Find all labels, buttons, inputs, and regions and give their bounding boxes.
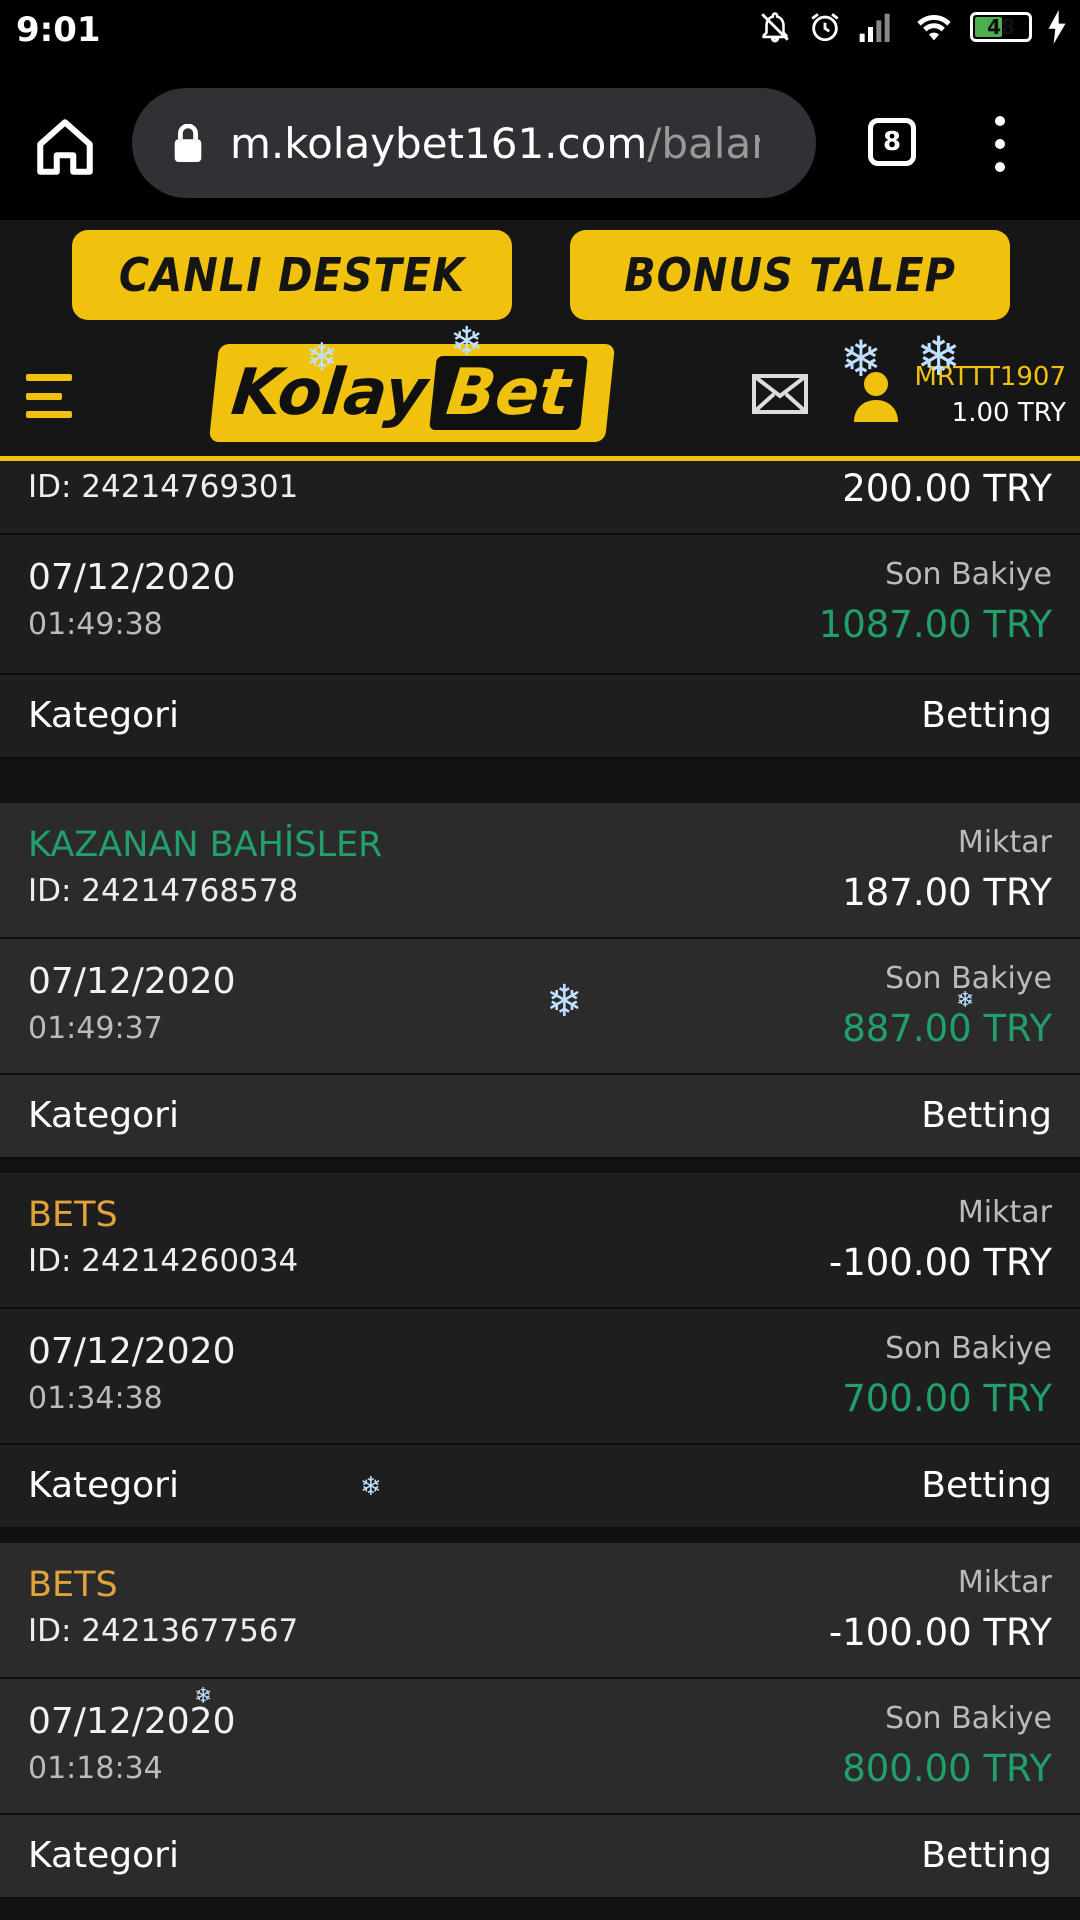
transaction-category-row: Kategori Betting [0,675,1080,759]
transaction-header-row: KAZANAN BAHİSLER ID: 24214769301 Miktar … [0,461,1080,535]
transaction-time: 01:49:37 [28,1011,163,1046]
url-text: m.kolaybet161.com/balanc [230,119,760,168]
category-label: Kategori [28,695,179,736]
user-balance: 1.00 TRY [951,398,1066,428]
snowflake-icon: ❄ [916,325,962,388]
transaction-category-row: Kategori Betting [0,1445,1080,1529]
transaction-amount: -100.00 TRY [828,1611,1052,1654]
transaction-amount: 187.00 TRY [842,871,1052,914]
address-bar[interactable]: m.kolaybet161.com/balanc [132,88,816,198]
category-label: Kategori [28,1465,179,1506]
amount-label: Miktar [957,825,1052,860]
transaction-time: 01:49:38 [28,607,163,642]
transaction-type: BETS [28,1565,118,1605]
logo-text-bet: Bet [429,356,588,430]
charging-icon [1048,10,1066,44]
snowflake-icon: ❄ [546,976,583,1027]
status-bar: 9:01 48 [0,0,1080,66]
amount-label: Miktar [957,1565,1052,1600]
transaction-date-row: 07/12/2020 01:34:38 Son Bakiye 700.00 TR… [0,1309,1080,1445]
last-balance-label: Son Bakiye [885,1331,1052,1366]
snowflake-icon: ❄ [840,330,882,388]
category-value: Betting [921,695,1052,736]
category-label: Kategori [28,1095,179,1136]
last-balance-value: 1087.00 TRY [818,603,1052,646]
transaction-category-row: Kategori Betting [0,1075,1080,1159]
snowflake-icon: ❄ [956,988,975,1013]
transaction-header-row: BETS ID: 24213677567 Miktar -100.00 TRY [0,1543,1080,1679]
transaction-card: BETS ID: 24213677567 Miktar -100.00 TRY … [0,1543,1080,1899]
snowflake-icon: ❄ [194,1684,213,1709]
transaction-type: KAZANAN BAHİSLER [28,825,383,865]
transaction-amount: -100.00 TRY [828,1241,1052,1284]
transaction-date: 07/12/2020 [28,557,236,598]
last-balance-label: Son Bakiye [885,1701,1052,1736]
transaction-date-row: 07/12/2020 01:49:38 Son Bakiye 1087.00 T… [0,535,1080,675]
last-balance-label: Son Bakiye [885,557,1052,592]
transaction-time: 01:34:38 [28,1381,163,1416]
snowflake-icon: ❄ [360,1472,382,1502]
last-balance-value: 887.00 TRY [842,1007,1052,1050]
transaction-id: ID: 24213677567 [28,1613,299,1649]
transaction-card: KAZANAN BAHİSLER ID: 24214768578 Miktar … [0,803,1080,1159]
last-balance-value: 800.00 TRY [842,1747,1052,1790]
signal-icon [859,13,890,42]
hamburger-menu-icon[interactable] [26,374,72,418]
transaction-header-row: BETS ID: 24214260034 Miktar -100.00 TRY [0,1173,1080,1309]
transaction-type: BETS [28,1195,118,1235]
browser-toolbar: m.kolaybet161.com/balanc 8 [0,66,1080,220]
battery-icon: 48 [970,12,1032,42]
promo-bar: CANLI DESTEK BONUS TALEP [0,220,1080,330]
live-support-button[interactable]: CANLI DESTEK [72,230,512,320]
transaction-list: KAZANAN BAHİSLER ID: 24214769301 Miktar … [0,461,1080,1920]
browser-menu-icon[interactable] [990,116,1010,172]
url-host: m.kolaybet161.com [230,118,648,168]
category-label: Kategori [28,1835,179,1876]
transaction-date-row: 07/12/2020 01:18:34 Son Bakiye 800.00 TR… [0,1679,1080,1815]
transaction-date: 07/12/2020 [28,1331,236,1372]
url-path: /balanc [647,118,760,168]
amount-label: Miktar [957,1195,1052,1230]
transaction-category-row: Kategori Betting [0,1815,1080,1899]
status-time: 9:01 [16,10,101,50]
muted-bell-icon [761,12,789,43]
mail-icon[interactable] [752,374,808,414]
bonus-request-button[interactable]: BONUS TALEP [570,230,1010,320]
transaction-header-row: KAZANAN BAHİSLER ID: 24214768578 Miktar … [0,803,1080,939]
snowflake-icon: ❄ [450,319,484,365]
transaction-time: 01:18:34 [28,1751,163,1786]
transaction-id: ID: 24214260034 [28,1243,299,1279]
status-icons: 48 [758,10,1066,44]
category-value: Betting [921,1095,1052,1136]
transaction-id: ID: 24214769301 [28,469,299,505]
snowflake-icon: ❄ [306,335,338,379]
transaction-card: BETS ID: 24214260034 Miktar -100.00 TRY … [0,1173,1080,1529]
category-value: Betting [921,1465,1052,1506]
alarm-icon [811,13,839,42]
battery-level: 48 [987,15,1015,39]
wifi-icon [917,14,951,41]
transaction-date: 07/12/2020 [28,961,236,1002]
home-icon[interactable] [30,114,100,180]
transaction-date-row: 07/12/2020 01:49:37 Son Bakiye 887.00 TR… [0,939,1080,1075]
category-value: Betting [921,1835,1052,1876]
transaction-id: ID: 24214768578 [28,873,299,909]
lock-icon [174,124,202,162]
tab-switcher-button[interactable]: 8 [868,118,916,166]
kolaybet-logo[interactable]: Kolay Bet [208,344,616,442]
transaction-card: KAZANAN BAHİSLER ID: 24214769301 Miktar … [0,461,1080,759]
last-balance-value: 700.00 TRY [842,1377,1052,1420]
transaction-amount: 200.00 TRY [842,467,1052,510]
